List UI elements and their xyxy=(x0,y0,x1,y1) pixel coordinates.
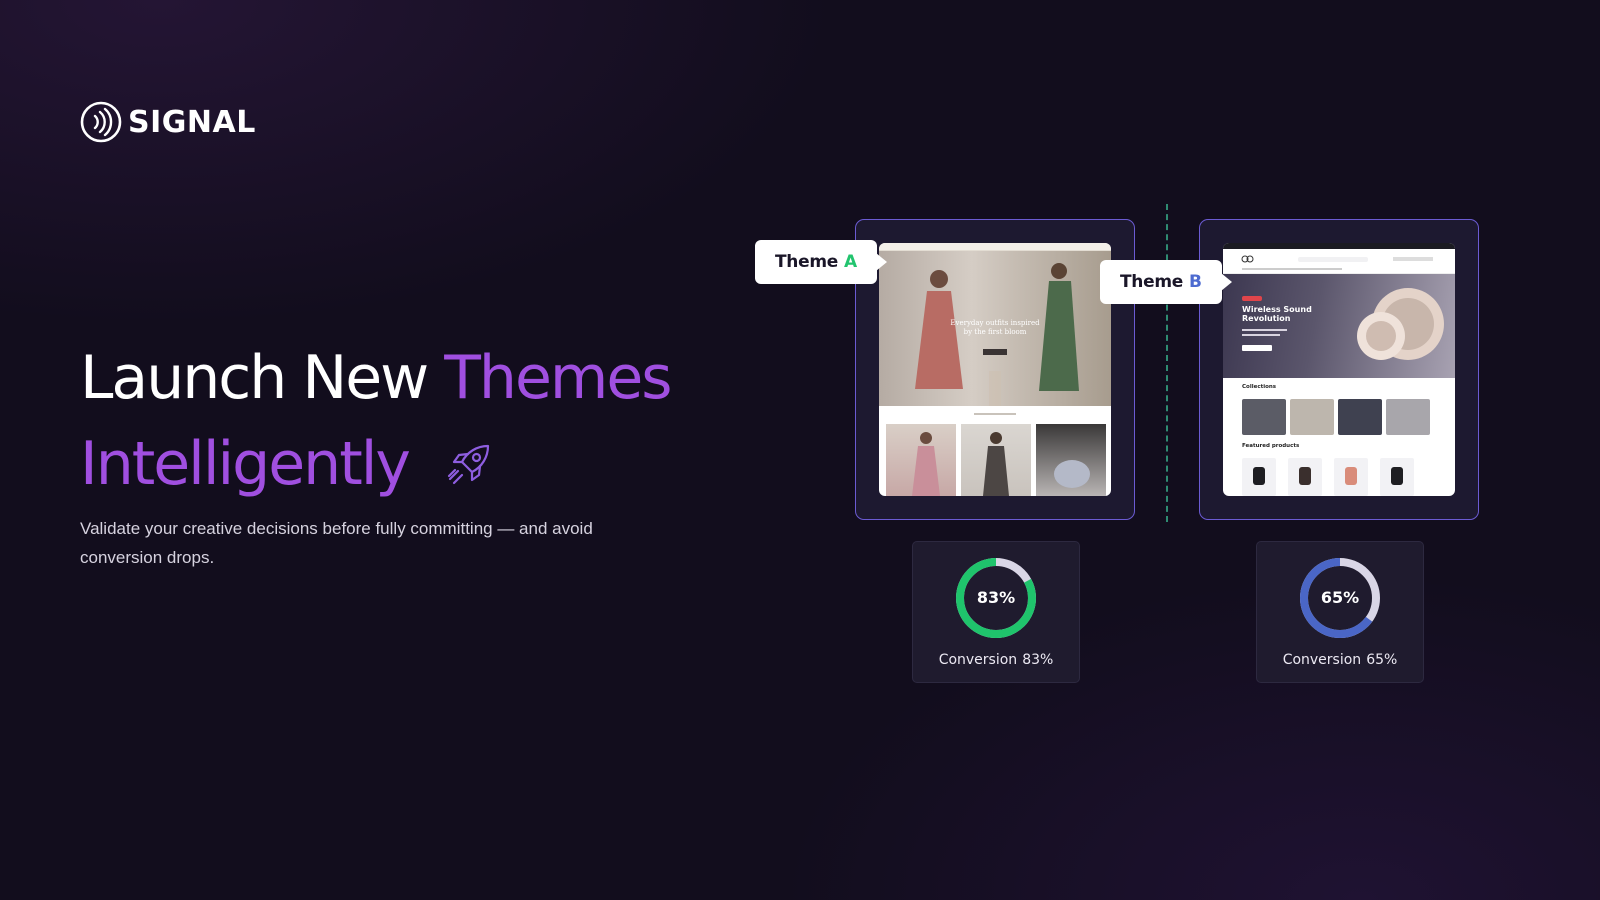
preview-hero-caption: Everyday outfits inspired by the first bl… xyxy=(950,319,1040,336)
page-headline: Launch New Themes Intelligently xyxy=(80,335,673,507)
conversion-label-b: Conversion 65% xyxy=(1282,652,1398,668)
headline-part-1: Launch New xyxy=(80,343,445,413)
conversion-donut-a: 83% xyxy=(954,556,1038,640)
conversion-value-a: 83% xyxy=(976,588,1016,607)
comparison-divider xyxy=(1166,204,1168,522)
fashion-store-preview: Everyday outfits inspired by the first bl… xyxy=(879,243,1111,496)
conversion-value-b: 65% xyxy=(1320,588,1360,607)
electronics-store-preview: Wireless Sound Revolution Collections Fe… xyxy=(1223,243,1455,496)
theme-b-tag: Theme B xyxy=(1100,260,1232,304)
preview-collection-tile xyxy=(1290,399,1334,435)
preview-product-thumb xyxy=(961,424,1031,496)
conversion-donut-b: 65% xyxy=(1298,556,1382,640)
page-subtitle: Validate your creative decisions before … xyxy=(80,519,593,567)
preview-hero-banner xyxy=(1223,274,1455,378)
theme-b-tag-word: Theme xyxy=(1120,272,1183,292)
preview-product-thumb xyxy=(1036,424,1106,496)
headline-part-3: Intelligently xyxy=(80,429,411,499)
preview-collection-tile xyxy=(1338,399,1382,435)
brand-logo[interactable]: SIGNAL xyxy=(80,101,256,143)
preview-product-card xyxy=(1334,458,1368,496)
theme-a-tag-letter: A xyxy=(843,252,857,272)
rocket-icon xyxy=(447,444,490,485)
preview-featured-heading: Featured products xyxy=(1242,443,1300,449)
theme-a-conversion-card: 83% Conversion 83% xyxy=(912,541,1080,683)
theme-b-conversion-card: 65% Conversion 65% xyxy=(1256,541,1424,683)
theme-a-card[interactable]: Everyday outfits inspired by the first bl… xyxy=(855,219,1135,520)
theme-b-card[interactable]: Wireless Sound Revolution Collections Fe… xyxy=(1199,219,1479,520)
preview-hero-title: Wireless Sound Revolution xyxy=(1242,305,1312,323)
preview-product-card xyxy=(1288,458,1322,496)
brand-name: SIGNAL xyxy=(128,104,256,140)
preview-product-thumb xyxy=(886,424,956,496)
preview-collection-tile xyxy=(1242,399,1286,435)
preview-hero-button xyxy=(983,349,1007,355)
theme-b-tag-letter: B xyxy=(1188,272,1202,292)
preview-collection-tile xyxy=(1386,399,1430,435)
theme-a-tag-word: Theme xyxy=(775,252,838,272)
signal-waves-icon xyxy=(80,101,122,143)
theme-a-tag: Theme A xyxy=(755,240,887,284)
conversion-label-a: Conversion 83% xyxy=(938,652,1054,668)
preview-collections-heading: Collections xyxy=(1242,384,1277,390)
preview-product-card xyxy=(1380,458,1414,496)
preview-product-card xyxy=(1242,458,1276,496)
headline-part-2: Themes xyxy=(444,343,672,413)
